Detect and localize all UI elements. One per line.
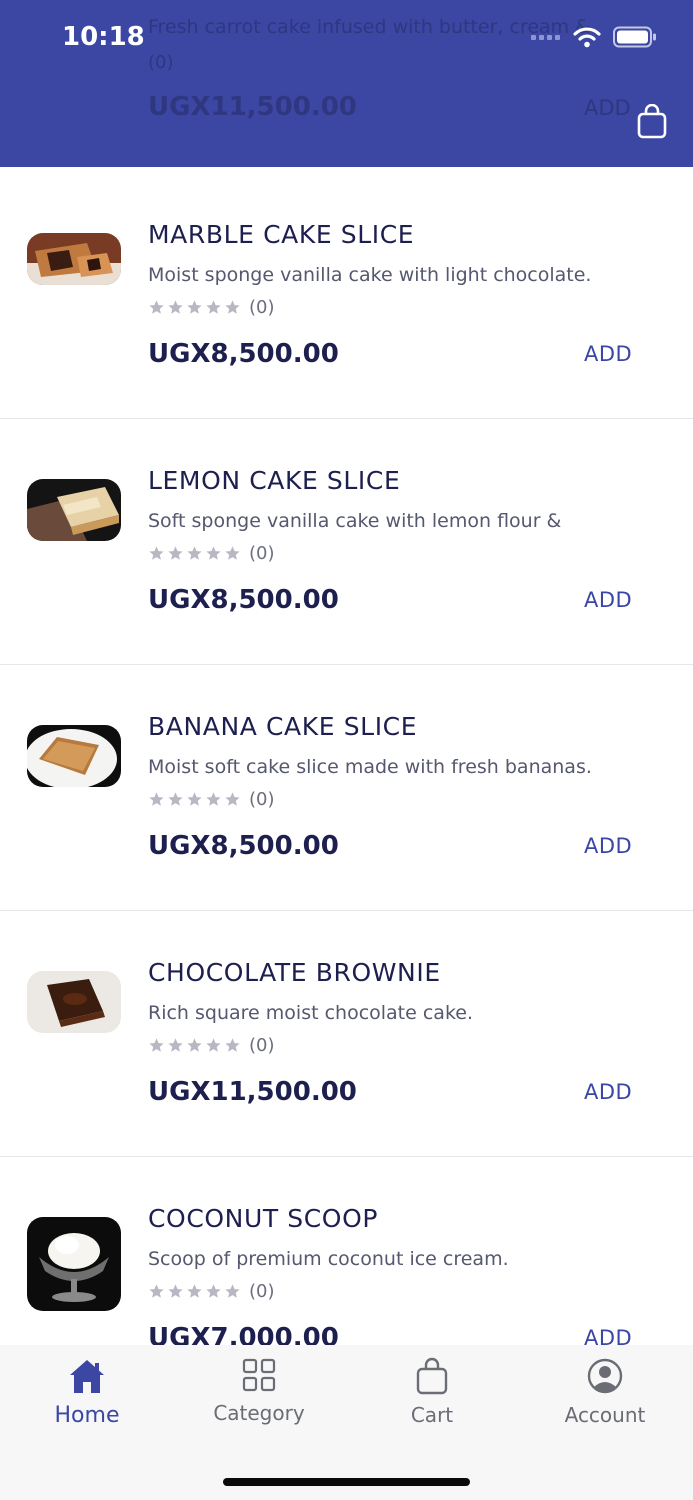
tab-home-label: Home: [54, 1403, 120, 1428]
product-item[interactable]: MARBLE CAKE SLICE Moist sponge vanilla c…: [0, 173, 693, 419]
star-icon: [168, 300, 183, 314]
grid-icon: [242, 1358, 276, 1392]
marble-cake-photo[interactable]: [27, 233, 121, 285]
product-price: UGX8,500.00: [148, 585, 339, 615]
star-icon: [206, 546, 221, 560]
rating-count: (0): [249, 789, 275, 810]
star-icon: [168, 792, 183, 806]
ghost-product-description: Fresh carrot cake infused with butter, c…: [148, 16, 591, 38]
ghost-product-price: UGX11,500.00: [148, 92, 357, 122]
product-description: Rich square moist chocolate cake.: [148, 1002, 474, 1024]
ghost-rating-count: (0): [148, 52, 174, 73]
tab-cart[interactable]: Cart: [372, 1357, 492, 1427]
product-rating: (0): [148, 789, 275, 810]
star-icon: [168, 546, 183, 560]
star-icon: [225, 546, 240, 560]
star-rating: [148, 1037, 241, 1054]
product-title: CHOCOLATE BROWNIE: [148, 958, 441, 987]
brownie-photo[interactable]: [27, 971, 121, 1033]
star-icon: [225, 1038, 240, 1052]
star-icon: [149, 546, 164, 560]
product-title: BANANA CAKE SLICE: [148, 712, 418, 741]
rating-count: (0): [249, 1035, 275, 1056]
star-icon: [187, 1284, 202, 1298]
status-time: 10:18: [62, 22, 145, 52]
status-icons: [531, 26, 657, 48]
star-rating: [148, 791, 241, 808]
tab-account-label: Account: [564, 1403, 646, 1427]
battery-icon: [613, 26, 656, 48]
star-icon: [187, 1038, 202, 1052]
rating-count: (0): [249, 297, 275, 318]
product-title: COCONUT SCOOP: [148, 1204, 379, 1233]
star-icon: [225, 1284, 240, 1298]
product-price: UGX7,000.00: [148, 1323, 339, 1345]
add-to-cart-button[interactable]: ADD: [584, 1326, 632, 1345]
star-icon: [225, 300, 240, 314]
star-icon: [187, 792, 202, 806]
product-rating: (0): [148, 543, 275, 564]
bottom-tab-bar: Home Category Cart Account: [0, 1345, 693, 1500]
rating-count: (0): [249, 1281, 275, 1302]
tab-home[interactable]: Home: [27, 1357, 147, 1428]
tab-account[interactable]: Account: [545, 1357, 665, 1427]
star-icon: [225, 792, 240, 806]
star-icon: [149, 1284, 164, 1298]
product-rating: (0): [148, 1281, 275, 1302]
wifi-icon: [573, 27, 601, 48]
star-icon: [206, 300, 221, 314]
user-circle-icon: [587, 1358, 623, 1394]
add-to-cart-button[interactable]: ADD: [584, 834, 632, 858]
star-icon: [149, 792, 164, 806]
home-indicator: [223, 1478, 470, 1486]
product-item[interactable]: COCONUT SCOOP Scoop of premium coconut i…: [0, 1157, 693, 1345]
add-to-cart-button[interactable]: ADD: [584, 1080, 632, 1104]
star-icon: [149, 300, 164, 314]
add-to-cart-button[interactable]: ADD: [584, 588, 632, 612]
product-price: UGX8,500.00: [148, 831, 339, 861]
star-icon: [168, 1284, 183, 1298]
star-rating: [148, 299, 241, 316]
product-rating: (0): [148, 1035, 275, 1056]
product-price: UGX8,500.00: [148, 339, 339, 369]
product-price: UGX11,500.00: [148, 1077, 357, 1107]
product-title: LEMON CAKE SLICE: [148, 466, 401, 495]
coconut-ice-cream-photo[interactable]: [27, 1217, 121, 1311]
product-description: Moist soft cake slice made with fresh ba…: [148, 756, 592, 778]
product-description: Soft sponge vanilla cake with lemon flou…: [148, 510, 562, 532]
star-icon: [206, 792, 221, 806]
star-icon: [206, 1284, 221, 1298]
tab-cart-label: Cart: [410, 1403, 454, 1427]
star-icon: [168, 1038, 183, 1052]
banana-cake-photo[interactable]: [27, 725, 121, 787]
product-item[interactable]: LEMON CAKE SLICE Soft sponge vanilla cak…: [0, 419, 693, 665]
star-icon: [187, 546, 202, 560]
product-rating: (0): [148, 297, 275, 318]
star-icon: [206, 1038, 221, 1052]
product-description: Moist sponge vanilla cake with light cho…: [148, 264, 592, 286]
product-list[interactable]: MARBLE CAKE SLICE Moist sponge vanilla c…: [0, 0, 693, 1345]
star-rating: [148, 1283, 241, 1300]
tab-category[interactable]: Category: [199, 1357, 319, 1425]
add-to-cart-button[interactable]: ADD: [584, 342, 632, 366]
rating-count: (0): [249, 543, 275, 564]
product-item[interactable]: BANANA CAKE SLICE Moist soft cake slice …: [0, 665, 693, 911]
product-description: Scoop of premium coconut ice cream.: [148, 1248, 509, 1270]
app-header: Fresh carrot cake infused with butter, c…: [0, 0, 693, 167]
product-title: MARBLE CAKE SLICE: [148, 220, 415, 249]
product-item[interactable]: CHOCOLATE BROWNIE Rich square moist choc…: [0, 911, 693, 1157]
ghost-add-button: ADD: [584, 96, 631, 120]
star-icon: [149, 1038, 164, 1052]
star-rating: [148, 545, 241, 562]
home-icon: [70, 1360, 104, 1393]
bag-icon: [416, 1357, 448, 1395]
tab-category-label: Category: [213, 1401, 305, 1425]
star-icon: [187, 300, 202, 314]
cellular-signal-icon: [531, 35, 560, 40]
lemon-cake-photo[interactable]: [27, 479, 121, 541]
shopping-bag-icon[interactable]: [636, 104, 668, 140]
